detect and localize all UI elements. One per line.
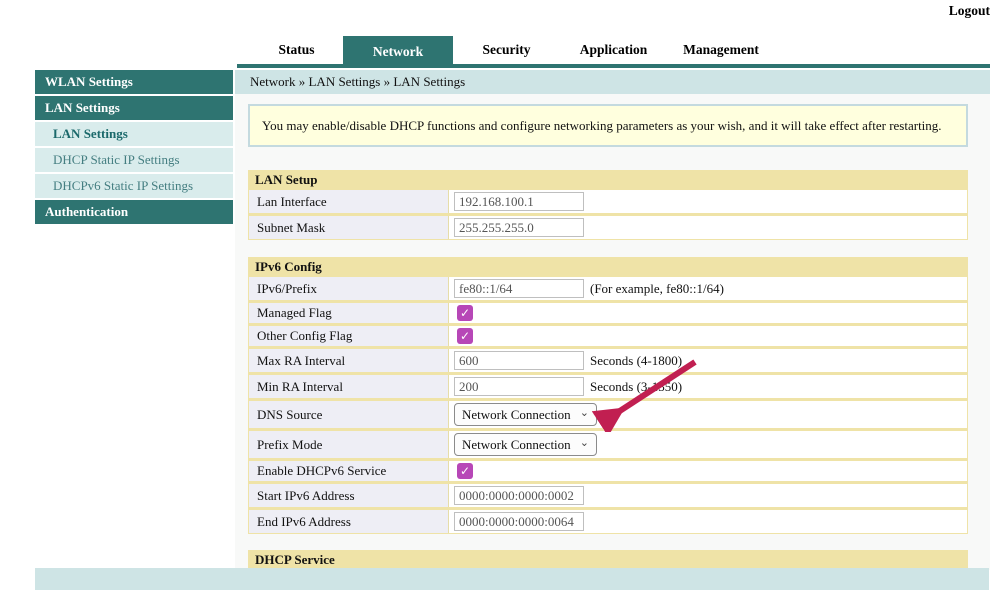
prefix-mode-select[interactable]: Network Connection ⌄ <box>454 433 597 456</box>
table-row: Prefix Mode Network Connection ⌄ <box>249 428 967 458</box>
sidebar-group-lan-settings[interactable]: LAN Settings <box>35 96 233 120</box>
end-ipv6-address-input[interactable] <box>454 512 584 531</box>
tabbar-underline <box>237 64 990 68</box>
table-row: DNS Source Network Connection ⌄ <box>249 398 967 428</box>
sidebar-item-lan-settings[interactable]: LAN Settings <box>35 122 233 146</box>
other-config-flag-label: Other Config Flag <box>249 326 449 346</box>
table-row: Subnet Mask <box>249 213 967 239</box>
sidebar: WLAN Settings LAN Settings LAN Settings … <box>35 70 233 226</box>
table-row: Managed Flag ✓ <box>249 300 967 323</box>
chevron-down-icon: ⌄ <box>580 436 589 449</box>
info-message-text: You may enable/disable DHCP functions an… <box>262 118 942 134</box>
ipv6-prefix-label: IPv6/Prefix <box>249 277 449 300</box>
table-row: IPv6/Prefix (For example, fe80::1/64) <box>249 277 967 300</box>
section-ipv6-config: IPv6 Config IPv6/Prefix (For example, fe… <box>248 257 968 534</box>
ipv6-config-header: IPv6 Config <box>249 258 967 277</box>
table-row: Other Config Flag ✓ <box>249 323 967 346</box>
tab-management[interactable]: Management <box>667 36 775 64</box>
dns-source-select[interactable]: Network Connection ⌄ <box>454 403 597 426</box>
start-ipv6-address-input[interactable] <box>454 486 584 505</box>
check-icon: ✓ <box>460 307 470 319</box>
managed-flag-checkbox[interactable]: ✓ <box>457 305 473 321</box>
lan-setup-header: LAN Setup <box>249 171 967 190</box>
tab-application[interactable]: Application <box>560 36 667 64</box>
sidebar-item-wlan-settings[interactable]: WLAN Settings <box>35 70 233 94</box>
managed-flag-label: Managed Flag <box>249 303 449 323</box>
sidebar-item-dhcp-static-ip[interactable]: DHCP Static IP Settings <box>35 148 233 172</box>
section-lan-setup: LAN Setup Lan Interface Subnet Mask <box>248 170 968 240</box>
ipv6-prefix-hint: (For example, fe80::1/64) <box>590 281 724 297</box>
check-icon: ✓ <box>460 330 470 342</box>
table-row: Max RA Interval Seconds (4-1800) <box>249 346 967 372</box>
enable-dhcpv6-label: Enable DHCPv6 Service <box>249 461 449 481</box>
max-ra-interval-hint: Seconds (4-1800) <box>590 353 682 369</box>
subnet-mask-input[interactable] <box>454 218 584 237</box>
logout-link[interactable]: Logout <box>949 3 990 19</box>
prefix-mode-label: Prefix Mode <box>249 431 449 458</box>
dns-source-selected-value: Network Connection <box>462 407 571 423</box>
table-row: Min RA Interval Seconds (3-1350) <box>249 372 967 398</box>
main-content: Network » LAN Settings » LAN Settings Yo… <box>235 70 990 570</box>
dns-source-label: DNS Source <box>249 401 449 428</box>
max-ra-interval-input[interactable] <box>454 351 584 370</box>
min-ra-interval-input[interactable] <box>454 377 584 396</box>
min-ra-interval-hint: Seconds (3-1350) <box>590 379 682 395</box>
lan-interface-input[interactable] <box>454 192 584 211</box>
breadcrumb: Network » LAN Settings » LAN Settings <box>235 70 990 94</box>
table-row: Start IPv6 Address <box>249 481 967 507</box>
subnet-mask-label: Subnet Mask <box>249 216 449 239</box>
prefix-mode-selected-value: Network Connection <box>462 437 571 453</box>
tab-status[interactable]: Status <box>250 36 343 64</box>
bottom-bar <box>35 568 989 590</box>
chevron-down-icon: ⌄ <box>580 406 589 419</box>
check-icon: ✓ <box>460 465 470 477</box>
end-ipv6-address-label: End IPv6 Address <box>249 510 449 533</box>
min-ra-interval-label: Min RA Interval <box>249 375 449 398</box>
ipv6-prefix-input[interactable] <box>454 279 584 298</box>
main-nav-tabbar: Status Network Security Application Mana… <box>250 36 775 64</box>
start-ipv6-address-label: Start IPv6 Address <box>249 484 449 507</box>
other-config-flag-checkbox[interactable]: ✓ <box>457 328 473 344</box>
router-admin-page: Logout Status Network Security Applicati… <box>0 0 1006 602</box>
sidebar-item-authentication[interactable]: Authentication <box>35 200 233 224</box>
tab-security[interactable]: Security <box>453 36 560 64</box>
table-row: Enable DHCPv6 Service ✓ <box>249 458 967 481</box>
enable-dhcpv6-checkbox[interactable]: ✓ <box>457 463 473 479</box>
table-row: End IPv6 Address <box>249 507 967 533</box>
sidebar-item-dhcpv6-static-ip[interactable]: DHCPv6 Static IP Settings <box>35 174 233 198</box>
lan-interface-label: Lan Interface <box>249 190 449 213</box>
table-row: Lan Interface <box>249 190 967 213</box>
info-message-box: You may enable/disable DHCP functions an… <box>248 104 968 147</box>
max-ra-interval-label: Max RA Interval <box>249 349 449 372</box>
